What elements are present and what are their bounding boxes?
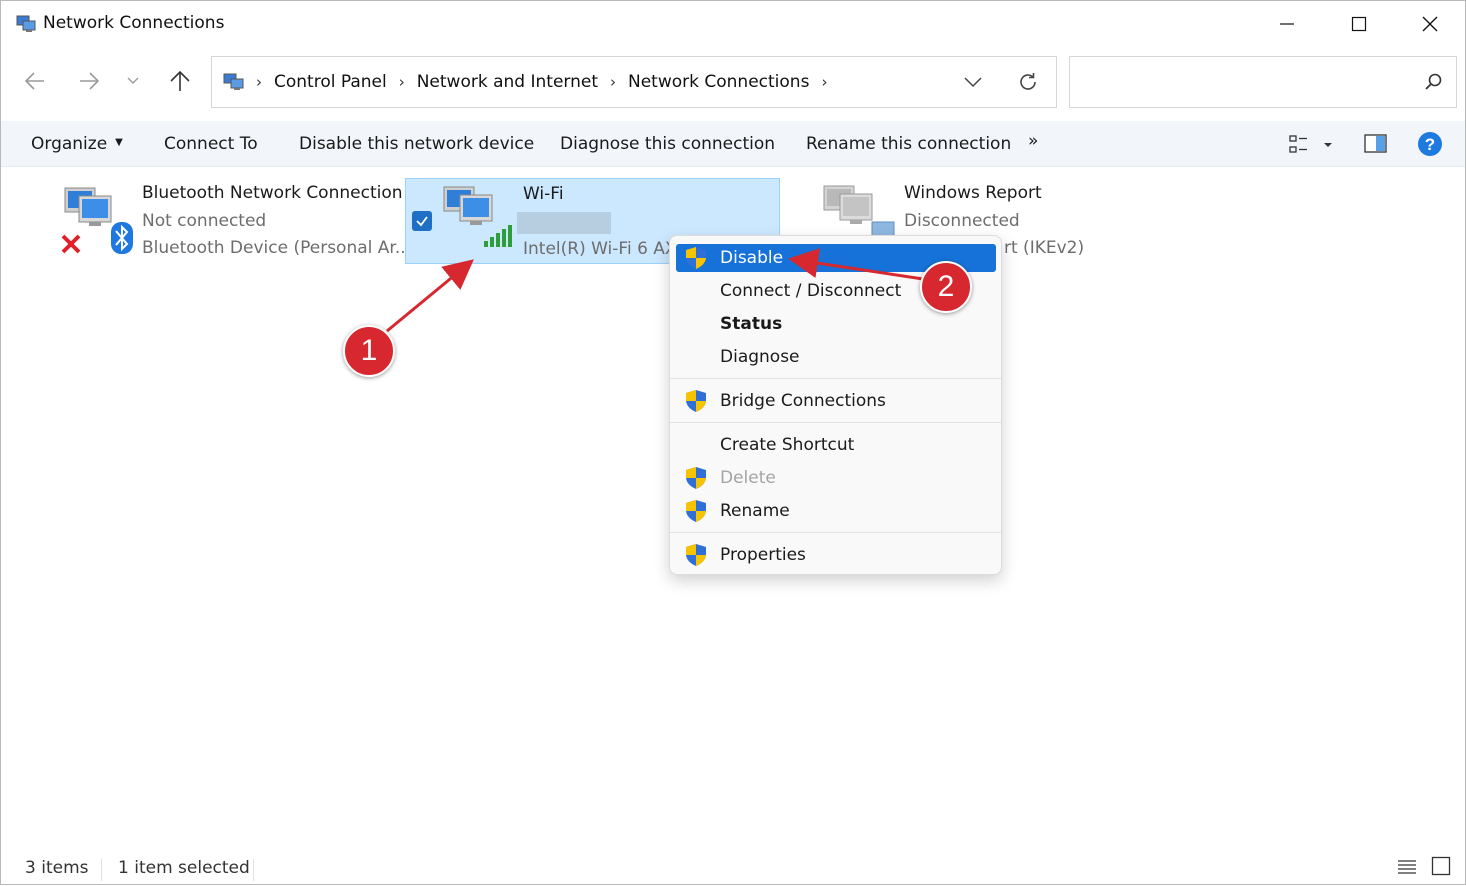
- item-count: 3 items: [25, 858, 89, 878]
- breadcrumb-network-connections[interactable]: Network Connections: [628, 72, 809, 92]
- close-button[interactable]: [1394, 1, 1466, 47]
- network-connections-window: Network Connections › Control Panel › Ne…: [0, 0, 1466, 885]
- arrow-right-icon: [80, 72, 100, 90]
- recent-locations-button[interactable]: [115, 63, 151, 99]
- connection-status: Disconnected: [904, 211, 1020, 231]
- menu-item-delete: Delete: [676, 464, 996, 492]
- uac-shield-icon: [686, 390, 706, 412]
- title-bar: Network Connections: [1, 1, 1465, 47]
- refresh-icon[interactable]: [1016, 70, 1040, 94]
- uac-shield-icon: [686, 500, 706, 522]
- search-input[interactable]: [1069, 56, 1457, 108]
- step-1-badge: 1: [343, 325, 395, 377]
- menu-separator: [670, 532, 1001, 533]
- up-button[interactable]: [162, 63, 198, 99]
- menu-item-status[interactable]: Status: [676, 310, 996, 338]
- change-view-button[interactable]: [1289, 133, 1339, 157]
- disable-device-button[interactable]: Disable this network device: [299, 134, 534, 154]
- uac-shield-icon: [686, 247, 706, 269]
- connection-device: Bluetooth Device (Personal Ar...: [142, 238, 412, 258]
- vpn-network-icon: [823, 185, 895, 239]
- uac-shield-icon: [686, 544, 706, 566]
- diagnose-button[interactable]: Diagnose this connection: [560, 134, 775, 154]
- search-icon: [1425, 73, 1442, 90]
- menu-separator: [670, 422, 1001, 423]
- connection-status: Not connected: [142, 211, 267, 231]
- organize-button[interactable]: Organize ▼: [31, 134, 123, 154]
- chevron-down-icon: [127, 77, 139, 84]
- maximize-button[interactable]: [1323, 1, 1395, 47]
- window-title: Network Connections: [43, 13, 225, 33]
- checkmark-icon: [416, 216, 428, 227]
- rename-button[interactable]: Rename this connection: [806, 134, 1011, 154]
- arrow-1: [386, 259, 474, 333]
- svg-text:?: ?: [1425, 135, 1435, 154]
- wifi-network-icon: [443, 186, 512, 247]
- help-button[interactable]: ?: [1417, 131, 1443, 157]
- breadcrumb: › Control Panel › Network and Internet ›…: [256, 72, 839, 92]
- view-options-icon: [1289, 135, 1332, 153]
- status-separator: [253, 859, 254, 881]
- minimize-button[interactable]: [1251, 1, 1323, 47]
- connection-name: Bluetooth Network Connection: [142, 183, 403, 203]
- network-folder-icon: [223, 73, 244, 90]
- navigation-bar: › Control Panel › Network and Internet ›…: [1, 51, 1465, 113]
- chevron-right-icon[interactable]: ›: [610, 73, 616, 91]
- large-icons-view-button[interactable]: [1431, 856, 1451, 880]
- menu-item-properties[interactable]: Properties: [676, 541, 996, 569]
- preview-pane-icon: [1364, 134, 1387, 153]
- network-connections-icon: [16, 15, 36, 32]
- connection-item-bluetooth[interactable]: Bluetooth Network Connection Not connect…: [51, 178, 411, 264]
- connection-name: Windows Report: [904, 183, 1042, 203]
- maximize-icon: [1351, 16, 1367, 32]
- more-commands-button[interactable]: »: [1028, 131, 1038, 151]
- large-icons-view-icon: [1431, 856, 1451, 876]
- command-bar: Organize ▼ Connect To Disable this networ…: [1, 121, 1465, 167]
- caret-down-icon: ▼: [115, 136, 123, 148]
- chevron-right-icon: ›: [256, 73, 262, 91]
- connection-device: Intel(R) Wi-Fi 6 AX: [523, 239, 677, 259]
- menu-item-rename[interactable]: Rename: [676, 497, 996, 525]
- bluetooth-network-icon: [61, 187, 133, 254]
- menu-item-create-shortcut[interactable]: Create Shortcut: [676, 431, 996, 459]
- chevron-right-icon[interactable]: ›: [821, 73, 827, 91]
- details-view-button[interactable]: [1397, 857, 1417, 881]
- menu-separator: [670, 378, 1001, 379]
- details-view-icon: [1398, 860, 1416, 874]
- status-bar: 3 items 1 item selected: [1, 851, 1465, 885]
- address-dropdown-icon[interactable]: [962, 71, 984, 93]
- help-icon: ?: [1418, 132, 1442, 156]
- uac-shield-icon: [686, 467, 706, 489]
- breadcrumb-control-panel[interactable]: Control Panel: [274, 72, 387, 92]
- close-icon: [1422, 16, 1438, 32]
- selection-checkbox[interactable]: [412, 211, 432, 231]
- step-2-badge: 2: [920, 261, 972, 313]
- connect-to-button[interactable]: Connect To: [164, 134, 258, 154]
- back-button[interactable]: [17, 63, 53, 99]
- menu-item-diagnose[interactable]: Diagnose: [676, 343, 996, 371]
- connection-device: rt (IKEv2): [1004, 238, 1085, 258]
- selection-count: 1 item selected: [118, 858, 250, 878]
- preview-pane-button[interactable]: [1364, 133, 1388, 155]
- chevron-right-icon[interactable]: ›: [399, 73, 405, 91]
- breadcrumb-network-and-internet[interactable]: Network and Internet: [417, 72, 598, 92]
- address-bar[interactable]: › Control Panel › Network and Internet ›…: [211, 56, 1057, 108]
- arrow-up-icon: [170, 70, 190, 91]
- minimize-icon: [1280, 23, 1294, 25]
- connection-name: Wi-Fi: [523, 184, 564, 204]
- forward-button[interactable]: [71, 63, 107, 99]
- arrow-left-icon: [24, 72, 44, 90]
- status-separator: [101, 859, 102, 881]
- connection-status-blurred: [517, 212, 611, 234]
- menu-item-bridge-connections[interactable]: Bridge Connections: [676, 387, 996, 415]
